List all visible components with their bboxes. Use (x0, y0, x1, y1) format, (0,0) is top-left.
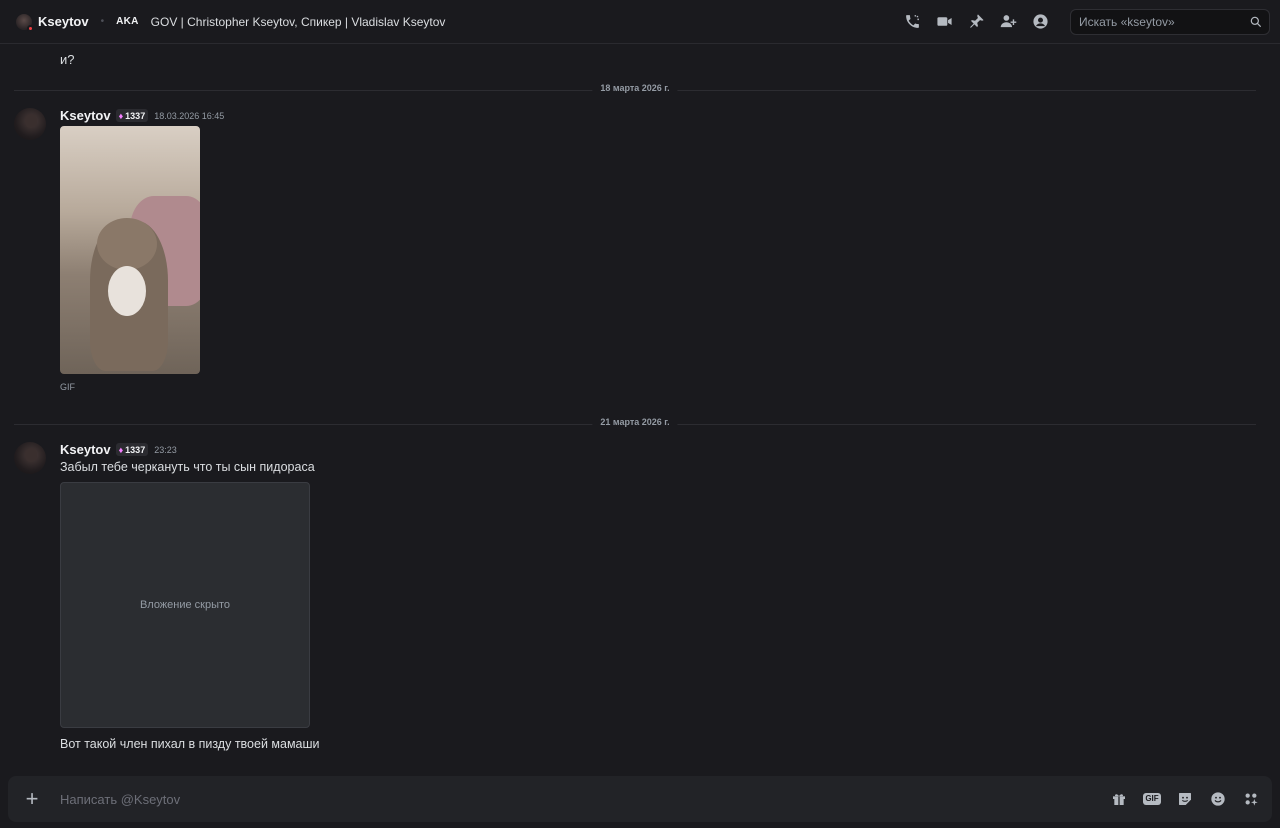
dm-avatar[interactable] (16, 13, 34, 32)
message-text: Вот такой член пихал в пизду твоей мамаш… (60, 737, 320, 751)
chat-header: Kseytov • AKA GOV | Christopher Kseytov,… (0, 0, 1280, 44)
badge-label: 1337 (125, 110, 146, 121)
date-divider: 18 марта 2026 г. (14, 83, 1256, 93)
message-timestamp: 18.03.2026 16:45 (154, 110, 225, 121)
date-divider: 21 марта 2026 г. (14, 417, 1256, 427)
hidden-attachment[interactable]: Вложение скрыто (60, 482, 310, 728)
gif-icon-label: GIF (1143, 793, 1161, 805)
message-timestamp: 23:23 (154, 444, 177, 455)
message-continuation: и? (60, 52, 75, 67)
add-friends-icon[interactable] (998, 12, 1018, 32)
search-input[interactable] (1079, 14, 1249, 29)
message-author[interactable]: Kseytov (60, 108, 111, 123)
date-divider-label: 21 марта 2026 г. (592, 417, 678, 427)
message-input[interactable] (60, 791, 1097, 807)
video-call-icon[interactable] (934, 12, 954, 32)
gif-icon[interactable]: GIF (1141, 788, 1163, 810)
search-box[interactable] (1070, 8, 1270, 35)
search-icon[interactable] (1249, 15, 1263, 29)
header-separator: • (100, 16, 105, 27)
clan-badge[interactable]: ♦ 1337 (115, 109, 149, 122)
apps-icon[interactable] (1240, 788, 1262, 810)
gem-icon: ♦ (118, 110, 124, 121)
nickname-list: GOV | Christopher Kseytov, Спикер | Vlad… (150, 14, 446, 29)
status-indicator (27, 24, 34, 32)
gif-attachment[interactable] (60, 126, 200, 374)
message-list: и? 18 марта 2026 г. Kseytov ♦ 1337 18.03… (0, 44, 1280, 774)
phone-call-icon[interactable] (902, 12, 922, 32)
gem-icon: ♦ (118, 444, 124, 455)
dm-name[interactable]: Kseytov (38, 14, 89, 29)
avatar[interactable] (14, 442, 46, 474)
gif-label: GIF (60, 382, 75, 392)
avatar[interactable] (14, 108, 46, 140)
message-text: Забыл тебе черкануть что ты сын пидораса (60, 460, 315, 474)
user-profile-icon[interactable] (1030, 12, 1050, 32)
hidden-attachment-label: Вложение скрыто (139, 599, 231, 611)
attachment-cat-chest (108, 266, 146, 316)
pin-icon[interactable] (966, 12, 986, 32)
upload-plus-icon[interactable]: + (22, 788, 42, 810)
attachment-cat-head (97, 218, 157, 270)
emoji-icon[interactable] (1207, 788, 1229, 810)
guild-tag[interactable]: AKA (116, 16, 139, 27)
message-author[interactable]: Kseytov (60, 442, 111, 457)
sticker-icon[interactable] (1174, 788, 1196, 810)
badge-label: 1337 (125, 444, 146, 455)
date-divider-label: 18 марта 2026 г. (592, 83, 678, 93)
message-header: Kseytov ♦ 1337 18.03.2026 16:45 (60, 108, 224, 123)
clan-badge[interactable]: ♦ 1337 (115, 443, 149, 456)
gift-icon[interactable] (1108, 788, 1130, 810)
message-header: Kseytov ♦ 1337 23:23 (60, 442, 177, 457)
message-composer: + GIF (8, 776, 1272, 822)
